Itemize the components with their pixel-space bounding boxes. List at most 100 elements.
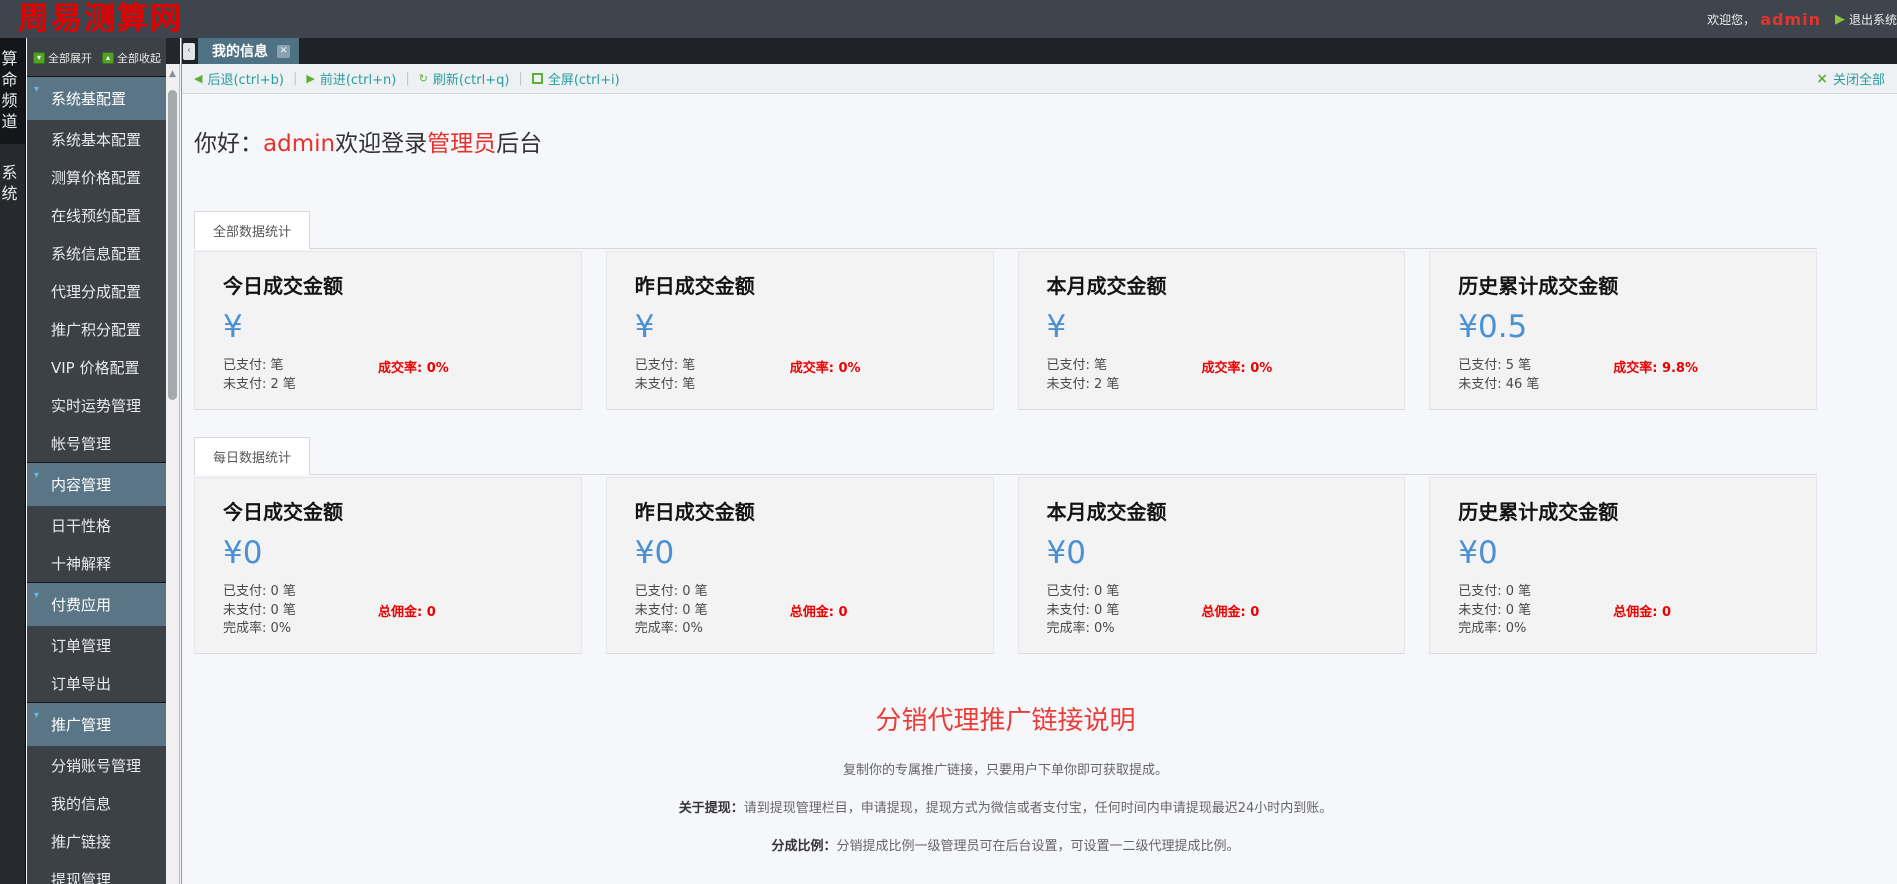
sidebar-item-account-manage[interactable]: 帐号管理 [27,424,166,462]
card-highlight: 总佣金: 0 [1613,605,1671,621]
rail-group-system[interactable]: 系 统 [0,144,25,214]
card-line: 完成率: 0% [1458,621,1527,637]
card-title: 昨日成交金额 [634,274,755,298]
card-highlight: 总佣金: 0 [789,605,848,621]
sidebar-section-paid-apps[interactable]: ▾ 付费应用 [27,582,166,626]
daily-card-month: 本月成交金额 ¥0 已支付: 0 笔 未支付: 0 笔 完成率: 0% 总佣金:… [1017,476,1406,655]
forward-arrow-icon: ▶ [306,72,315,85]
sidebar-item-fortune-manage[interactable]: 实时运势管理 [27,386,166,424]
sidebar-item-shishen[interactable]: 十神解释 [27,544,166,582]
card-highlight: 成交率: 0% [1201,361,1273,376]
tab-my-info[interactable]: 我的信息 ✕ [198,38,299,64]
sidebar-item-distributor-accounts[interactable]: 分销账号管理 [27,746,166,784]
tab-label: 我的信息 [212,44,268,60]
logout-button[interactable]: ▶ 退出系统 [1835,11,1897,28]
card-amount: ¥0 [223,534,263,571]
daily-card-yesterday: 昨日成交金额 ¥0 已支付: 0 笔 未支付: 0 笔 完成率: 0% 总佣金:… [605,476,994,655]
card-amount: ¥ [1046,309,1067,345]
card-line: 已支付: 0 笔 [223,583,296,599]
tab-stats-all[interactable]: 全部数据统计 [194,211,311,249]
rail-char: 命 [1,70,18,89]
topbar-right: 欢迎您， admin ▶ 退出系统 [1707,10,1897,29]
tab-bar: ‹ 我的信息 ✕ [182,38,1897,64]
rail-char: 系 [1,163,18,182]
card-amount: ¥0 [1046,534,1086,571]
card-line: 未支付: 46 笔 [1458,376,1540,392]
card-highlight: 成交率: 9.8% [1613,361,1698,376]
sidebar-item-vip-price[interactable]: VIP 价格配置 [27,348,166,386]
sidebar-section-system-config[interactable]: ▾ 系统基配置 [27,76,166,120]
card-line: 已支付: 笔 [1046,358,1108,373]
card-line: 已支付: 0 笔 [1458,583,1532,599]
sidebar-item-agent-share[interactable]: 代理分成配置 [27,272,166,310]
stat-card-yesterday: 昨日成交金额 ¥ 已支付: 笔 未支付: 笔 成交率: 0% [605,251,994,410]
logout-label: 退出系统 [1848,12,1897,27]
sidebar-section-content[interactable]: ▾ 内容管理 [27,462,166,506]
tab-stats-daily[interactable]: 每日数据统计 [194,436,311,475]
username: admin [1760,9,1821,29]
tab-scroll-left-icon[interactable]: ‹ [183,42,195,60]
sidebar-item-booking-config[interactable]: 在线预约配置 [27,196,166,234]
rail-char: 道 [1,112,18,131]
sidebar-item-promo-points[interactable]: 推广积分配置 [27,310,166,348]
promo-title: 分销代理推广链接说明 [875,706,1136,737]
card-line: 完成率: 0% [223,621,292,637]
welcome-text: 欢迎您， [1707,12,1756,27]
fullscreen-button[interactable]: 全屏(ctrl+i) [531,69,620,88]
card-title: 本月成交金额 [1046,274,1167,298]
sidebar-item-order-export[interactable]: 订单导出 [27,664,166,702]
card-line: 已支付: 笔 [223,358,284,373]
card-line: 完成率: 0% [634,621,703,637]
collapse-all-icon: ▴ [102,52,114,64]
card-title: 今日成交金额 [223,274,343,298]
sidebar-item-withdraw[interactable]: 提现管理 [27,860,166,884]
main-content: ‹ 我的信息 ✕ ◀ 后退(ctrl+b) | ▶ 前进(ctrl+n) | ↻… [181,38,1897,884]
card-highlight: 成交率: 0% [789,361,861,376]
scrollbar-thumb[interactable] [168,90,177,400]
stat-card-history: 历史累计成交金额 ¥0.5 已支付: 5 笔 未支付: 46 笔 成交率: 9.… [1429,251,1817,410]
refresh-button[interactable]: ↻ 刷新(ctrl+q) [419,69,510,88]
stats-daily-panel: 今日成交金额 ¥0 已支付: 0 笔 未支付: 0 笔 完成率: 0% 总佣金:… [194,473,1817,655]
tab-close-icon[interactable]: ✕ [277,44,290,58]
chevron-down-icon: ▾ [34,470,40,481]
back-button[interactable]: ◀ 后退(ctrl+b) [194,69,284,88]
card-highlight: 总佣金: 0 [1201,605,1260,621]
sidebar-item-daygan[interactable]: 日干性格 [27,506,166,544]
sidebar-item-promo-link[interactable]: 推广链接 [27,822,166,860]
card-line: 未支付: 2 笔 [223,376,296,392]
forward-button[interactable]: ▶ 前进(ctrl+n) [306,69,396,88]
card-amount: ¥ [223,309,243,345]
card-line: 完成率: 0% [1046,621,1115,637]
sidebar-item-order-manage[interactable]: 订单管理 [27,626,166,664]
close-all-button[interactable]: × 关闭全部 [1816,69,1885,89]
collapse-all-button[interactable]: ▴ 全部收起 [102,50,161,66]
stat-card-today: 今日成交金额 ¥ 已支付: 笔 未支付: 2 笔 成交率: 0% [194,251,582,410]
greeting-username: admin [263,131,336,157]
card-highlight: 总佣金: 0 [377,605,436,621]
sidebar-scrollbar[interactable]: ▲ [166,64,180,884]
sidebar-section-promotion[interactable]: ▾ 推广管理 [27,702,166,746]
sidebar-item-system-info[interactable]: 系统信息配置 [27,234,166,272]
toolbar-separator: | [292,71,298,86]
sidebar-scroll-gap [166,38,180,64]
site-logo: 周易测算网 [18,1,183,37]
promo-line-2: 关于提现：请到提现管理栏目，申请提现，提现方式为微信或者支付宝，任何时间内申请提… [678,801,1333,817]
toolbar-separator: | [518,71,523,86]
card-title: 历史累计成交金额 [1458,274,1619,298]
sidebar-item-price-config[interactable]: 测算价格配置 [27,158,166,196]
rail-char: 算 [1,49,18,68]
fullscreen-icon [531,73,543,84]
scroll-up-arrow-icon[interactable]: ▲ [166,64,179,79]
sidebar-item-my-info[interactable]: 我的信息 [27,784,166,822]
daily-card-history: 历史累计成交金额 ¥0 已支付: 0 笔 未支付: 0 笔 完成率: 0% 总佣… [1429,476,1817,655]
card-line: 未支付: 2 笔 [1046,376,1120,392]
sidebar-tools: ▾ 全部展开 ▴ 全部收起 [27,38,166,76]
rail-group-channel[interactable]: 算 命 频 道 [0,38,25,144]
toolbar-separator: | [405,71,410,86]
sidebar: ▾ 全部展开 ▴ 全部收起 ▾ 系统基配置 系统基本配置 测算价格配置 在线预约… [27,38,166,884]
card-line: 未支付: 笔 [634,376,696,392]
expand-all-button[interactable]: ▾ 全部展开 [33,50,92,66]
card-line: 未支付: 0 笔 [223,602,296,618]
sidebar-item-system-basic[interactable]: 系统基本配置 [27,120,166,158]
card-amount: ¥0 [1458,534,1498,571]
